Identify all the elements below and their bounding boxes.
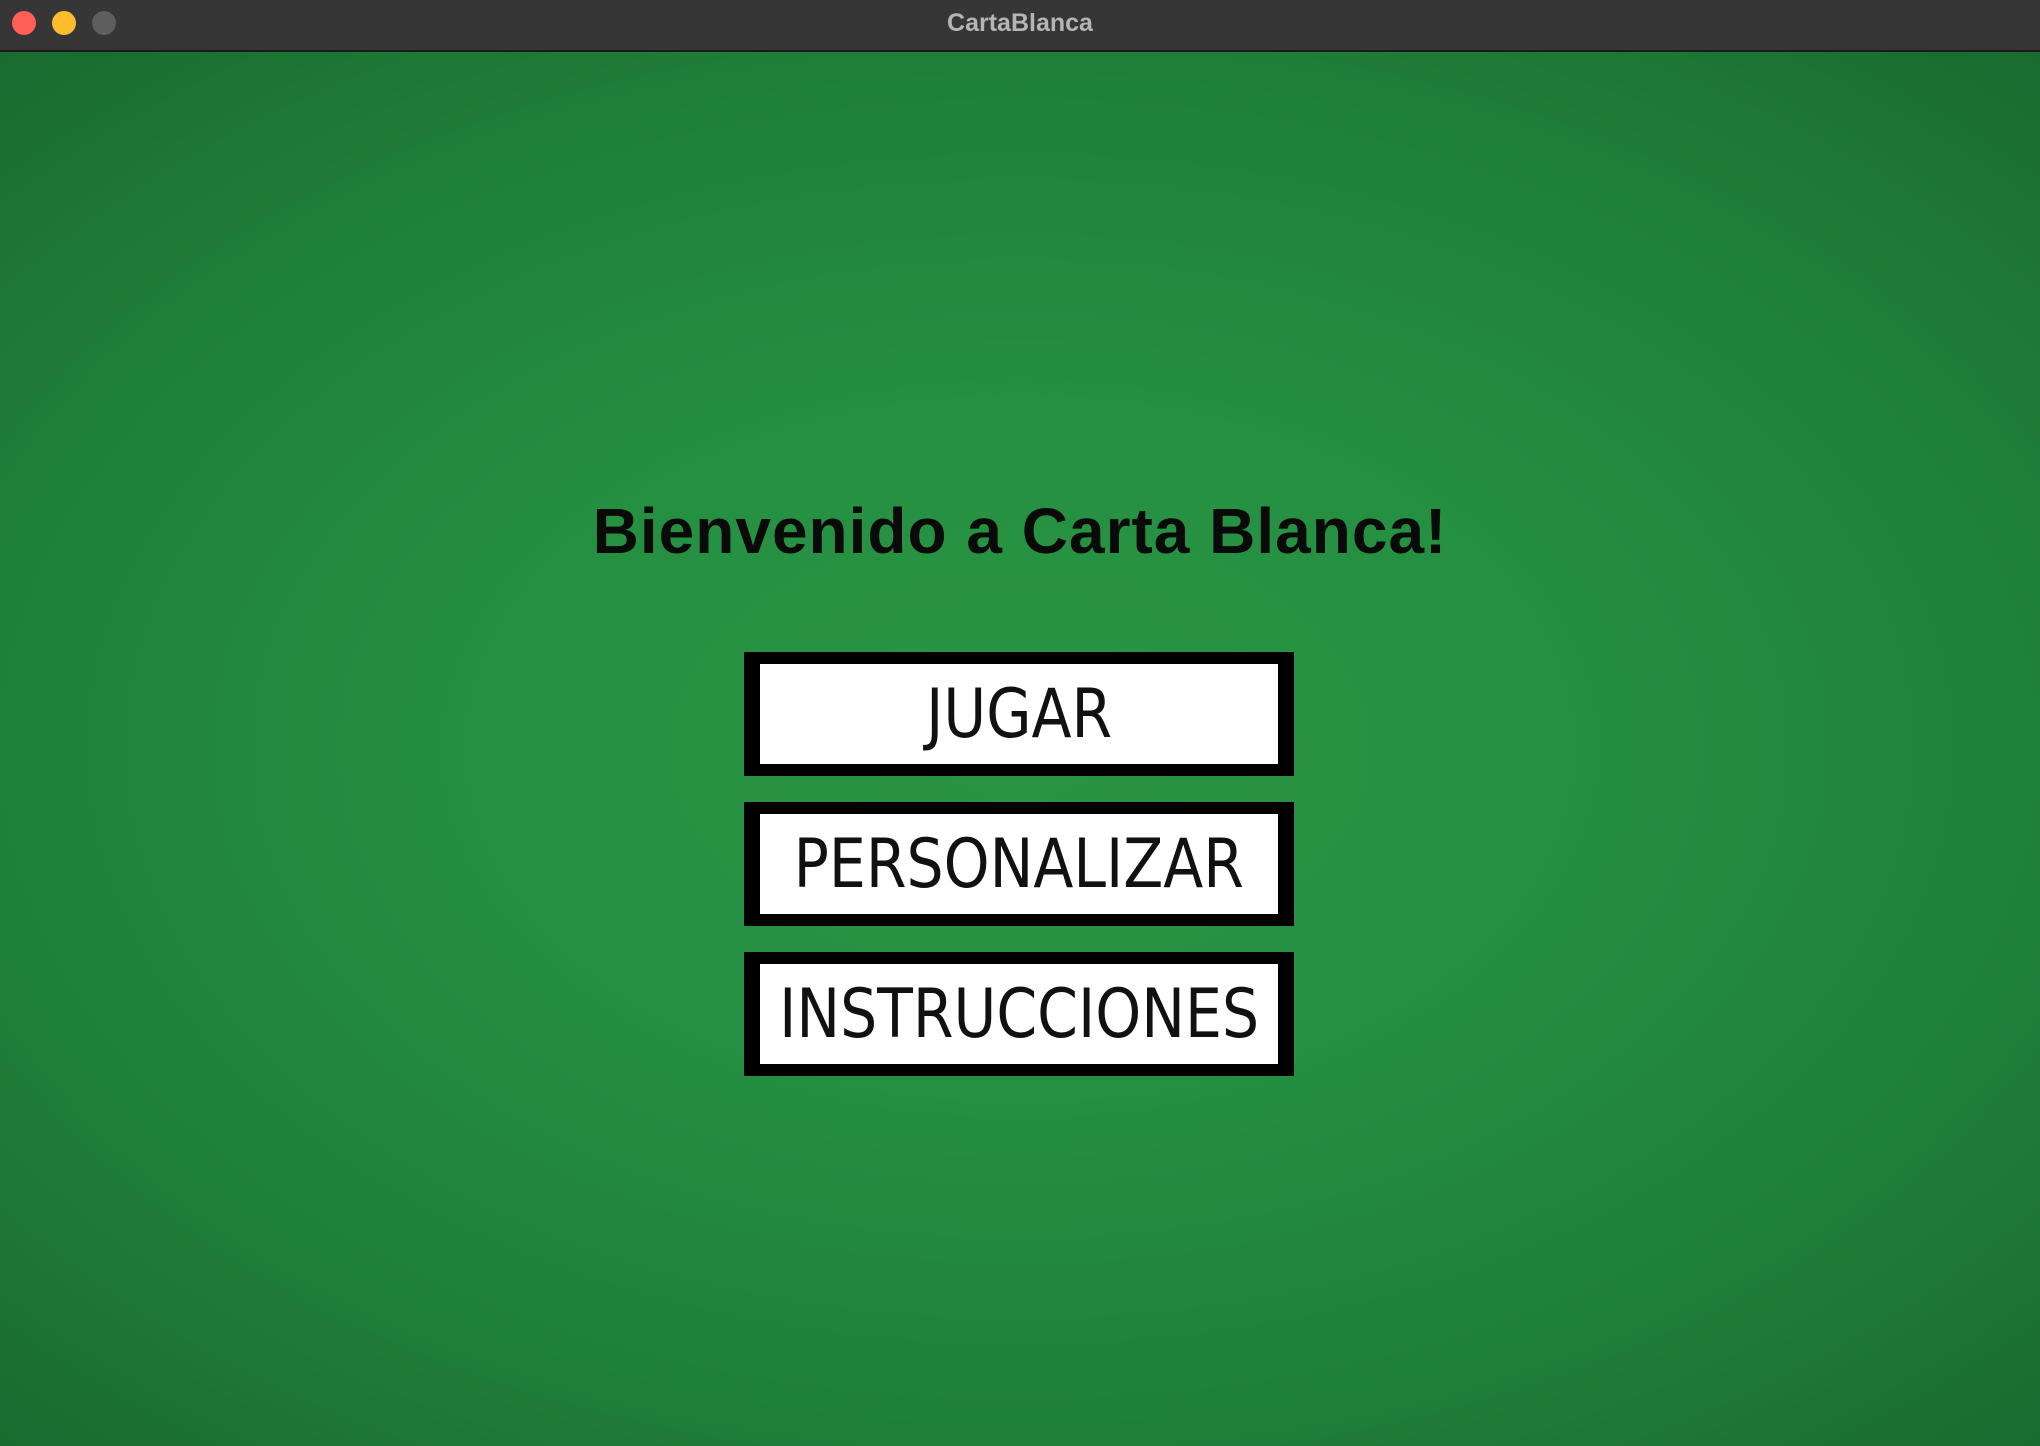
instructions-button[interactable]: INSTRUCCIONES [744, 952, 1294, 1076]
play-button[interactable]: JUGAR [744, 652, 1294, 776]
customize-button[interactable]: PERSONALIZAR [744, 802, 1294, 926]
main-menu: Bienvenido a Carta Blanca! JUGAR PERSONA… [0, 52, 2040, 1446]
app-window: CartaBlanca Bienvenido a Carta Blanca! J… [0, 0, 2040, 1446]
instructions-button-label: INSTRUCCIONES [778, 974, 1260, 1054]
play-button-label: JUGAR [925, 674, 1112, 754]
welcome-heading: Bienvenido a Carta Blanca! [592, 495, 1448, 567]
window-title: CartaBlanca [947, 9, 1093, 37]
title-bar[interactable]: CartaBlanca [0, 0, 2040, 52]
customize-button-label: PERSONALIZAR [793, 824, 1245, 904]
